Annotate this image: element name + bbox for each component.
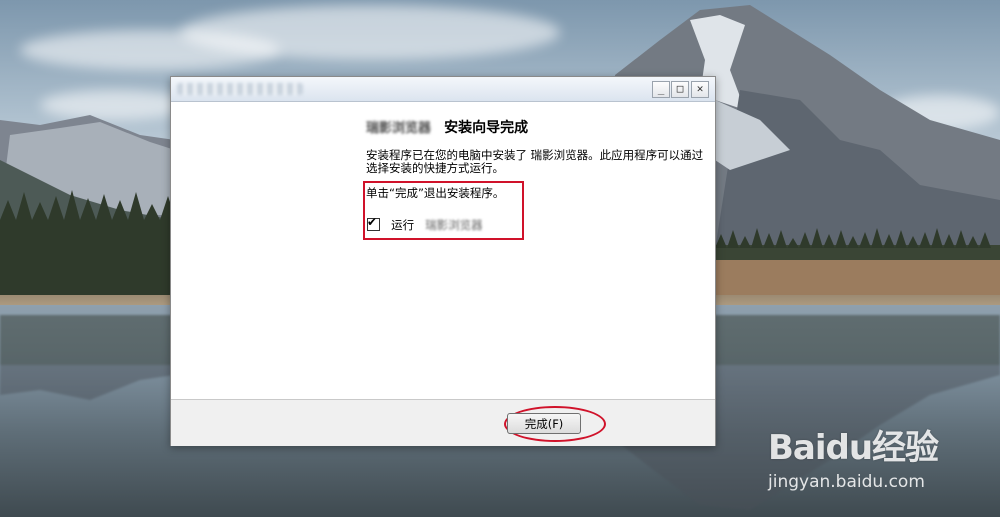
window-title — [177, 83, 303, 95]
app-name: 瑞影浏览器 — [366, 121, 432, 136]
run-app-label[interactable]: 运行 — [391, 217, 414, 233]
watermark-logo-text: Baidu经验 — [768, 428, 939, 468]
install-description: 安装程序已在您的电脑中安装了 瑞影浏览器。此应用程序可以通过选择安装的快捷方式运… — [366, 148, 704, 175]
baidu-watermark: Baidu经验 jingyan.baidu.com — [768, 410, 998, 510]
wizard-footer: 完成(F) — [171, 399, 715, 446]
run-app-option[interactable]: ✔ 运行 瑞影浏览器 — [367, 214, 483, 233]
minimize-button[interactable]: _ — [652, 81, 670, 98]
heading-row: 瑞影浏览器 安装向导完成 — [366, 116, 529, 137]
wizard-content: 瑞影浏览器 安装向导完成 安装程序已在您的电脑中安装了 瑞影浏览器。此应用程序可… — [354, 102, 715, 399]
close-button[interactable]: ✕ — [691, 81, 709, 98]
page-title: 安装向导完成 — [444, 119, 529, 136]
watermark-url: jingyan.baidu.com — [768, 472, 925, 492]
wizard-side-panel — [171, 102, 354, 399]
exit-instruction: 单击“完成”退出安装程序。 — [366, 186, 505, 200]
finish-button[interactable]: 完成(F) — [507, 413, 581, 434]
installer-window: _ □ ✕ 瑞影浏览器 安装向导完成 安装程序已在您的电脑中安装了 瑞影浏览器。… — [170, 76, 716, 446]
run-app-checkbox[interactable]: ✔ — [367, 215, 380, 231]
maximize-button[interactable]: □ — [671, 81, 689, 98]
checkmark-icon: ✔ — [367, 215, 378, 229]
run-app-name[interactable]: 瑞影浏览器 — [425, 217, 483, 233]
title-bar[interactable]: _ □ ✕ — [171, 77, 715, 102]
